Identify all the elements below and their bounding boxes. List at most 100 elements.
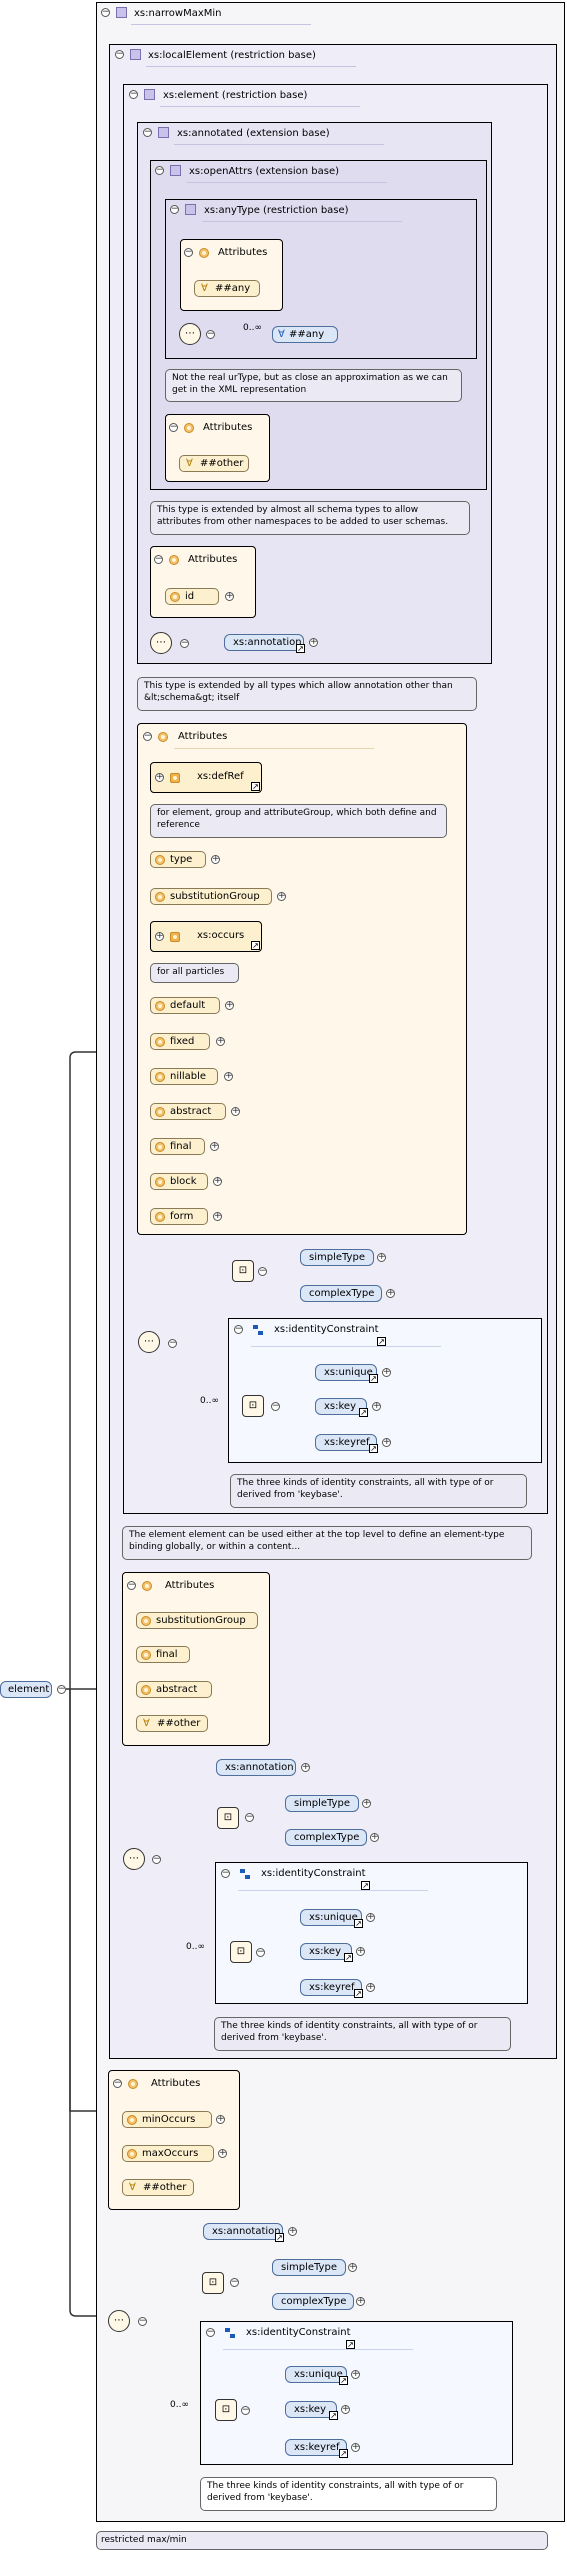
occurs-group-node[interactable]: + xs:occurs ↗: [150, 921, 262, 952]
form-expand-button[interactable]: +: [213, 1212, 222, 1221]
narrow-annotation-node[interactable]: xs:annotation: [203, 2223, 283, 2240]
block-attribute-node[interactable]: block: [150, 1173, 208, 1190]
narrow-simpletype-expand-button[interactable]: +: [348, 2263, 357, 2272]
maxoccurs-expand-button[interactable]: +: [218, 2149, 227, 2158]
type-expand-button[interactable]: +: [211, 855, 220, 864]
local-simpletype-label: simpleType: [294, 1798, 350, 1809]
annotated-collapse-button[interactable]: −: [143, 128, 152, 137]
local-unique-expand-button[interactable]: +: [366, 1913, 375, 1922]
default-expand-button[interactable]: +: [225, 1001, 234, 1010]
narrow-complextype-expand-button[interactable]: +: [356, 2297, 365, 2306]
attributes-collapse-button[interactable]: −: [169, 423, 178, 432]
narrowmaxmin-collapse-button[interactable]: −: [101, 8, 110, 17]
narrow-unique-node[interactable]: xs:unique: [285, 2366, 347, 2383]
keyref-expand-button[interactable]: +: [382, 1438, 391, 1447]
annotation-element-node[interactable]: xs:annotation: [224, 634, 304, 651]
other-attribute-node[interactable]: ∀ ##other: [179, 455, 249, 472]
narrow-complextype-node[interactable]: complexType: [272, 2293, 354, 2310]
element-choice-collapse-button[interactable]: −: [258, 1267, 267, 1276]
local-keyref-expand-button[interactable]: +: [366, 1983, 375, 1992]
narrow-choice-collapse-button[interactable]: −: [230, 2278, 239, 2287]
local-substitutiongroup-node[interactable]: substitutionGroup: [136, 1612, 258, 1629]
defref-group-node[interactable]: + xs:defRef ↗: [150, 762, 262, 793]
simpletype-expand-button[interactable]: +: [377, 1253, 386, 1262]
attributes-collapse-button[interactable]: −: [113, 2079, 122, 2088]
any-attribute-node[interactable]: ∀ ##any: [194, 280, 260, 297]
attributes-collapse-button[interactable]: −: [184, 248, 193, 257]
fixed-attribute-node[interactable]: fixed: [150, 1033, 210, 1050]
local-annotation-node[interactable]: xs:annotation: [216, 1759, 296, 1776]
local-unique-node[interactable]: xs:unique: [300, 1909, 362, 1926]
narrow-identity-choice-collapse-button[interactable]: −: [241, 2406, 250, 2415]
nillable-expand-button[interactable]: +: [224, 1072, 233, 1081]
id-attribute-node[interactable]: id: [165, 588, 219, 605]
root-element-node[interactable]: element: [0, 1681, 52, 1698]
minoccurs-attribute-node[interactable]: minOccurs: [122, 2111, 212, 2128]
narrow-sequence-collapse-button[interactable]: −: [138, 2317, 147, 2326]
simpletype-element-node[interactable]: simpleType: [300, 1249, 374, 1266]
identity-collapse-button[interactable]: −: [234, 1325, 243, 1334]
identity-collapse-button[interactable]: −: [206, 2328, 215, 2337]
final-expand-button[interactable]: +: [210, 1142, 219, 1151]
identity-collapse-button[interactable]: −: [221, 1869, 230, 1878]
element-collapse-button[interactable]: −: [129, 90, 138, 99]
unique-expand-button[interactable]: +: [382, 1368, 391, 1377]
attributes-collapse-button[interactable]: −: [154, 555, 163, 564]
anytype-sequence-collapse-button[interactable]: −: [206, 330, 215, 339]
element-sequence-collapse-button[interactable]: −: [168, 1339, 177, 1348]
any-element-node[interactable]: ∀ ##any: [272, 326, 338, 343]
local-complextype-node[interactable]: complexType: [285, 1829, 367, 1846]
keyref-element-node[interactable]: xs:keyref: [315, 1434, 377, 1451]
root-collapse-button[interactable]: −: [57, 1685, 66, 1694]
attributes-collapse-button[interactable]: −: [143, 732, 152, 741]
occurs-expand-button[interactable]: +: [155, 932, 164, 941]
narrow-simpletype-node[interactable]: simpleType: [272, 2259, 346, 2276]
local-identity-occurs: 0..∞: [186, 1942, 205, 1952]
local-annotation-expand-button[interactable]: +: [301, 1763, 310, 1772]
localelement-collapse-button[interactable]: −: [115, 50, 124, 59]
type-attribute-node[interactable]: type: [150, 851, 206, 868]
openattrs-collapse-button[interactable]: −: [155, 166, 164, 175]
default-attribute-node[interactable]: default: [150, 997, 220, 1014]
key-expand-button[interactable]: +: [372, 1402, 381, 1411]
complextype-expand-button[interactable]: +: [386, 1289, 395, 1298]
minoccurs-expand-button[interactable]: +: [216, 2115, 225, 2124]
attributes-collapse-button[interactable]: −: [127, 1581, 136, 1590]
annotation-expand-button[interactable]: +: [309, 638, 318, 647]
local-simpletype-expand-button[interactable]: +: [362, 1799, 371, 1808]
id-attribute-expand-button[interactable]: +: [225, 592, 234, 601]
local-complextype-expand-button[interactable]: +: [370, 1833, 379, 1842]
form-attribute-node[interactable]: form: [150, 1208, 208, 1225]
nillable-attribute-node[interactable]: nillable: [150, 1068, 218, 1085]
final-attribute-node[interactable]: final: [150, 1138, 205, 1155]
local-choice-collapse-button[interactable]: −: [245, 1813, 254, 1822]
local-simpletype-node[interactable]: simpleType: [285, 1795, 359, 1812]
fixed-expand-button[interactable]: +: [216, 1037, 225, 1046]
annotated-sequence-collapse-button[interactable]: −: [180, 639, 189, 648]
local-sequence-collapse-button[interactable]: −: [152, 1855, 161, 1864]
narrow-keyref-node[interactable]: xs:keyref: [285, 2439, 347, 2456]
narrow-annotation-expand-button[interactable]: +: [288, 2227, 297, 2236]
local-identity-choice-collapse-button[interactable]: −: [256, 1948, 265, 1957]
narrow-other-attribute-node[interactable]: ∀ ##other: [122, 2179, 194, 2196]
local-final-node[interactable]: final: [136, 1646, 190, 1663]
anytype-collapse-button[interactable]: −: [170, 205, 179, 214]
narrow-unique-expand-button[interactable]: +: [351, 2370, 360, 2379]
abstract-attribute-node[interactable]: abstract: [150, 1103, 226, 1120]
local-key-expand-button[interactable]: +: [356, 1947, 365, 1956]
reference-arrow-icon: ↗: [251, 782, 260, 791]
complextype-element-node[interactable]: complexType: [300, 1285, 382, 1302]
substitutiongroup-expand-button[interactable]: +: [277, 892, 286, 901]
block-expand-button[interactable]: +: [213, 1177, 222, 1186]
local-other-attribute-node[interactable]: ∀ ##other: [136, 1715, 208, 1732]
maxoccurs-attribute-node[interactable]: maxOccurs: [122, 2145, 214, 2162]
local-keyref-node[interactable]: xs:keyref: [300, 1979, 362, 1996]
local-abstract-node[interactable]: abstract: [136, 1681, 212, 1698]
abstract-expand-button[interactable]: +: [231, 1107, 240, 1116]
narrow-keyref-expand-button[interactable]: +: [351, 2443, 360, 2452]
unique-element-node[interactable]: xs:unique: [315, 1364, 377, 1381]
defref-expand-button[interactable]: +: [155, 773, 164, 782]
substitutiongroup-attribute-node[interactable]: substitutionGroup: [150, 888, 272, 905]
narrow-key-expand-button[interactable]: +: [341, 2405, 350, 2414]
identity-choice-collapse-button[interactable]: −: [271, 1402, 280, 1411]
